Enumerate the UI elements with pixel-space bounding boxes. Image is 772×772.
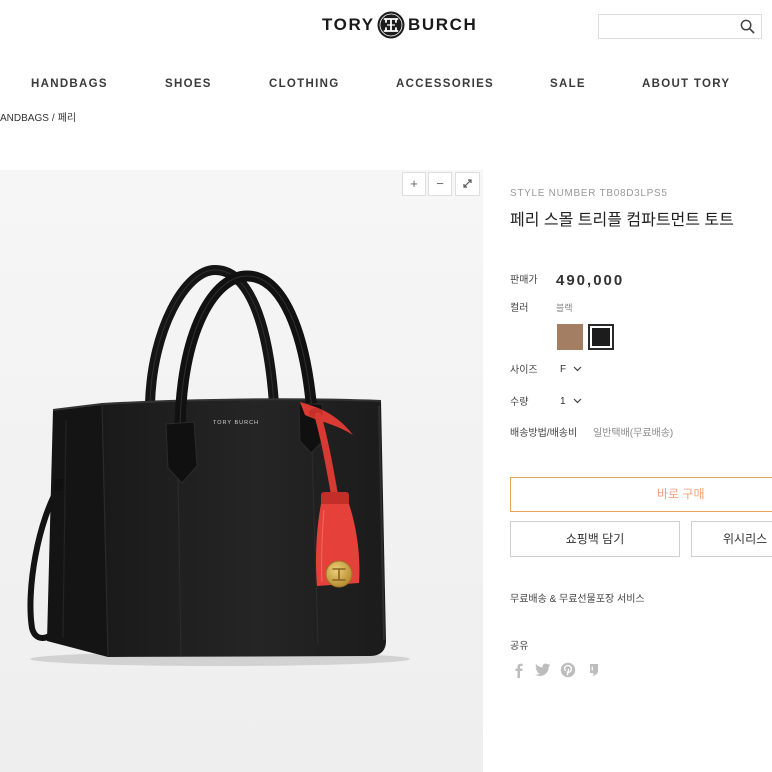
search-box [598,14,762,39]
expand-icon [463,179,472,188]
color-value: 블랙 [556,303,573,313]
price-label: 판매가 [510,275,538,286]
color-label: 컬러 [510,303,529,314]
breadcrumb-item-current: 페리 [57,113,77,124]
zoom-out-button[interactable]: − [428,172,452,196]
facebook-icon[interactable] [511,662,527,678]
nav-sale[interactable]: SALE [550,76,586,92]
zoom-in-button[interactable]: + [402,172,426,196]
buy-now-button[interactable]: 바로 구매 [510,477,772,512]
nav-about-tory[interactable]: ABOUT TORY [642,76,730,92]
add-to-bag-button[interactable]: 쇼핑백 담기 [510,521,680,557]
color-swatch-black[interactable] [588,324,614,350]
product-image[interactable]: TORY BURCH [0,170,483,772]
color-swatch-brown[interactable] [557,324,583,350]
style-number: STYLE NUMBER TB08D3LPS5 [510,188,668,200]
quantity-value: 1 [560,396,566,407]
expand-button[interactable] [455,172,480,196]
breadcrumb: ANDBAGS / 페리 [0,113,76,125]
chevron-down-icon [573,366,582,372]
breadcrumb-item-handbags[interactable]: ANDBAGS [0,113,49,125]
nav-handbags[interactable]: HANDBAGS [31,76,108,92]
search-input[interactable] [599,15,735,38]
chevron-down-icon [573,398,582,404]
bag-logo: TORY BURCH [213,420,259,426]
size-value: F [560,364,567,375]
product-gallery: TORY BURCH [0,170,483,772]
style-number-value: TB08D3LPS5 [599,188,668,199]
shipping-label: 배송방법/배송비 [510,428,578,439]
service-note: 무료배송 & 무료선물포장 서비스 [510,594,645,605]
shipping-value: 일반택배(무료배송) [593,428,674,439]
logo-text-left: TORY [322,15,375,34]
search-icon[interactable] [740,19,755,34]
pinterest-icon[interactable] [560,662,576,678]
logo-text-right: BURCH [408,15,478,34]
tory-burch-emblem-icon [377,11,405,39]
price-value: 490,000 [556,272,625,289]
swatch-fill [592,328,610,346]
twitter-icon[interactable] [535,662,551,678]
breadcrumb-separator: / [51,113,55,124]
size-select[interactable]: F [560,364,582,378]
product-title: 페리 스몰 트리플 컴파트먼트 토트 [510,212,734,229]
product-page: { "header": { "logo_left": "TORY", "logo… [0,0,772,772]
kakao-story-icon[interactable] [586,662,602,678]
tassel-medallion [325,560,353,588]
style-number-label: STYLE NUMBER [510,188,597,199]
quantity-select[interactable]: 1 [560,396,582,410]
nav-shoes[interactable]: SHOES [165,76,212,92]
nav-accessories[interactable]: ACCESSORIES [396,76,494,92]
size-label: 사이즈 [510,365,538,376]
nav-clothing[interactable]: CLOTHING [269,76,339,92]
wishlist-button[interactable]: 위시리스 [691,521,772,557]
swatch-fill [557,324,583,350]
quantity-label: 수량 [510,397,529,408]
share-label: 공유 [510,641,529,652]
